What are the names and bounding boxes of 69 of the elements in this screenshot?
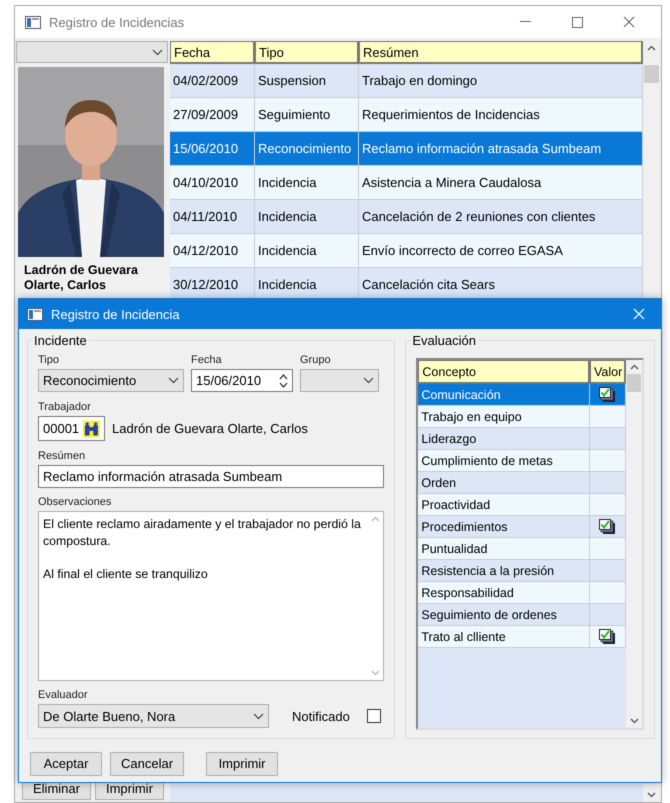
close-icon xyxy=(623,16,635,28)
field-label: Resúmen xyxy=(38,450,86,462)
group-title: Incidente xyxy=(33,333,88,348)
checkbox-label: Notificado xyxy=(292,708,350,724)
table-row[interactable]: Seguimiento de ordenes xyxy=(418,604,626,626)
notes-text: Al final el cliente se tranquilizo xyxy=(43,566,209,583)
notes-field[interactable]: El cliente reclamo airadamente y el trabajador no perdió la compostura. Al final el cliente se tranquilizo xyxy=(38,511,384,681)
caret-icon xyxy=(152,48,163,56)
print-button[interactable]: Imprimir xyxy=(206,752,278,776)
scroll-up-icon[interactable] xyxy=(630,364,638,370)
notes-text: El cliente reclamo airadamente y el trabajador no perdió la compostura. xyxy=(43,516,362,550)
binoculars-icon[interactable] xyxy=(83,420,100,438)
maximize-icon xyxy=(572,16,582,28)
table-row[interactable]: Responsabilidad xyxy=(418,582,626,604)
date-field[interactable]: 15/06/2010 xyxy=(191,369,293,392)
caret-icon xyxy=(168,377,179,384)
table-row[interactable]: Resistencia a la presión xyxy=(418,560,626,582)
employee-name: Ladrón de Guevara Olarte, Carlos xyxy=(23,262,139,294)
table-row[interactable]: Procedimientos xyxy=(418,516,626,538)
group-title: Evaluación xyxy=(411,333,477,348)
scrollbar[interactable] xyxy=(626,360,642,728)
caret-icon xyxy=(363,377,374,384)
evaluator-dropdown[interactable]: De Olarte Bueno, Nora xyxy=(38,704,269,728)
app-icon xyxy=(25,16,41,28)
field-label: Trabajador xyxy=(38,401,92,413)
column-header[interactable]: Tipo xyxy=(255,41,359,64)
caret-icon xyxy=(253,712,264,720)
table-cell: Trato al clliente xyxy=(418,626,590,648)
scroll-thumb[interactable] xyxy=(644,65,659,83)
notified-checkbox[interactable] xyxy=(366,709,381,723)
scroll-down-icon[interactable] xyxy=(630,718,638,724)
summary-field[interactable]: Reclamo información atrasada Sumbeam xyxy=(38,465,384,488)
spinner-icon[interactable] xyxy=(279,372,288,388)
table-row[interactable]: 27/09/2009 Seguimiento Requerimientos de Incidencias xyxy=(170,98,643,132)
close-icon xyxy=(633,308,645,320)
table-row[interactable]: 04/11/2010 Incidencia Cancelación de 2 reuniones con clientes xyxy=(170,200,643,234)
table-row[interactable]: Comunicación xyxy=(418,384,626,406)
field-label: Evaluador xyxy=(38,689,89,701)
table-row[interactable]: Cumplimiento de metas xyxy=(418,450,626,472)
scroll-down-icon[interactable] xyxy=(647,792,656,798)
cancel-button[interactable]: Cancelar xyxy=(110,752,184,776)
worker-code-field[interactable]: 00001 xyxy=(38,416,105,441)
accept-button[interactable]: Aceptar xyxy=(30,752,102,776)
table-row[interactable]: 04/12/2010 Incidencia Envío incorrecto de correo EGASA xyxy=(170,234,643,268)
table-row[interactable]: Trabajo en equipo xyxy=(418,406,626,428)
scroll-up-icon[interactable] xyxy=(647,45,656,51)
column-header[interactable]: Concepto xyxy=(418,360,590,384)
table-row[interactable]: Trato al clliente xyxy=(418,626,626,648)
table-row[interactable]: Liderazgo xyxy=(418,428,626,450)
field-label: Tipo xyxy=(38,354,60,366)
column-header[interactable]: Valor xyxy=(590,360,626,384)
scroll-thumb[interactable] xyxy=(627,374,641,392)
field-label: Grupo xyxy=(300,354,332,366)
type-dropdown[interactable]: Reconocimiento xyxy=(38,369,184,392)
table-row[interactable]: 04/02/2009 Suspension Trabajo en domingo xyxy=(170,64,643,98)
table-row[interactable]: 15/06/2010 Reconocimiento Reclamo información atrasada Sumbeam xyxy=(170,132,643,166)
table-row[interactable]: Orden xyxy=(418,472,626,494)
dialog-title: Registro de Incidencia xyxy=(51,306,181,322)
table-row[interactable]: Proactividad xyxy=(418,494,626,516)
table-row[interactable]: 04/10/2010 Incidencia Asistencia a Minera Caudalosa xyxy=(170,166,643,200)
field-label: Fecha xyxy=(191,354,223,366)
table-row[interactable]: Puntualidad xyxy=(418,538,626,560)
column-header[interactable]: Fecha xyxy=(170,41,255,64)
app-icon xyxy=(27,308,43,320)
column-header[interactable]: Resúmen xyxy=(359,41,643,64)
worker-name: Ladrón de Guevara Olarte, Carlos xyxy=(112,421,308,436)
field-label: Observaciones xyxy=(38,496,112,508)
minimize-icon xyxy=(520,21,530,23)
window-title: Registro de Incidencias xyxy=(49,14,186,30)
